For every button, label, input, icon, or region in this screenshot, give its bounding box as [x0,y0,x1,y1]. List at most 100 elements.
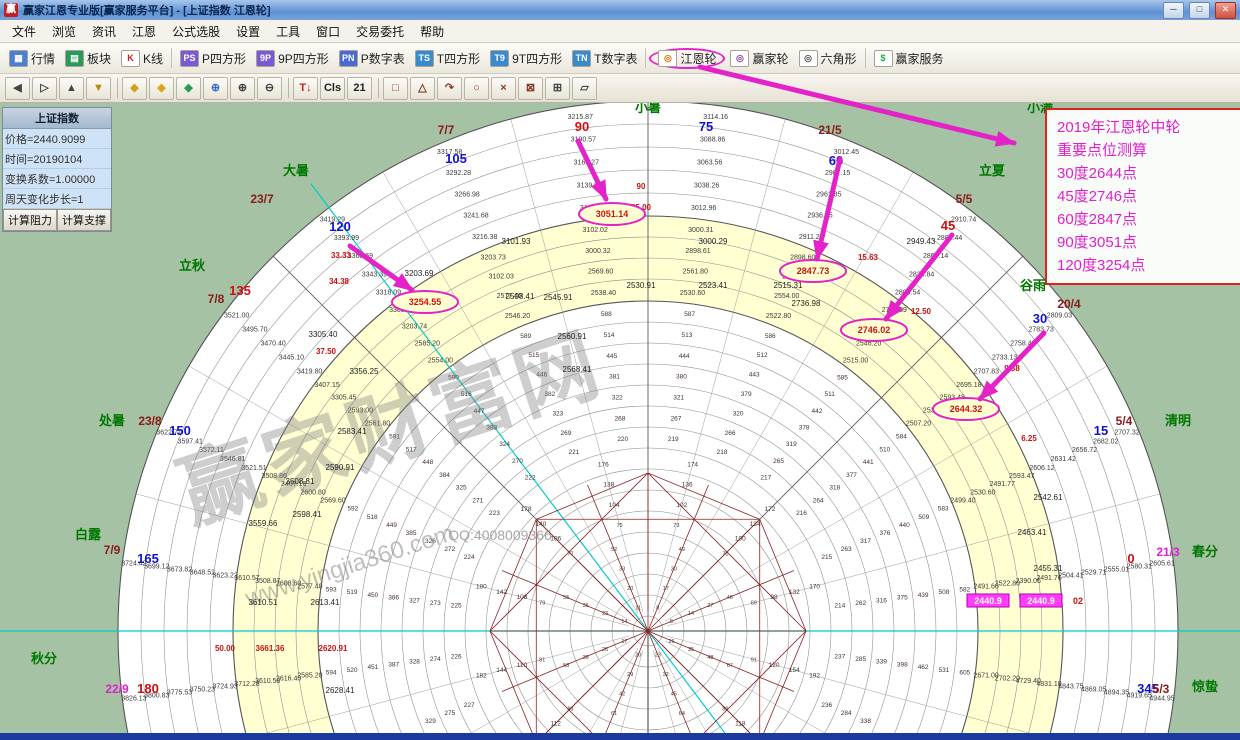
svg-text:511: 511 [825,391,836,398]
svg-text:2707.32: 2707.32 [1114,430,1139,437]
svg-text:2568.41: 2568.41 [563,365,592,374]
svg-text:2733.13: 2733.13 [992,354,1017,361]
annotation-line: 30度2644点 [1057,162,1240,185]
arc-tool[interactable]: ↷ [437,77,462,100]
svg-text:2583.41: 2583.41 [338,427,367,436]
target-button[interactable]: ⊕ [203,77,228,100]
svg-text:春分: 春分 [1191,544,1218,559]
svg-text:3216.38: 3216.38 [472,234,497,241]
svg-text:2455.31: 2455.31 [1034,564,1063,573]
forward-button[interactable]: ▷ [32,77,57,100]
toolbar-button-9P四方形[interactable]: 9P9P四方形 [251,48,334,69]
rect-tool[interactable]: □ [383,77,408,100]
menu-item-窗口[interactable]: 窗口 [308,21,348,42]
toolbar-button-9T四方形[interactable]: T99T四方形 [485,48,567,69]
zoom-in-button[interactable]: ⊕ [230,77,255,100]
toolbar-button-赢家轮[interactable]: ◎赢家轮 [725,48,793,69]
toolbar-button-行情[interactable]: ▦行情 [4,48,60,69]
svg-text:192: 192 [809,673,820,680]
index-name: 上证指数 [3,108,111,129]
svg-text:14: 14 [621,619,627,625]
svg-text:108: 108 [517,594,528,601]
toolbar-button-P数字表[interactable]: PNP数字表 [334,48,410,69]
svg-text:226: 226 [451,653,462,660]
toolbar-button-T数字表[interactable]: TNT数字表 [567,48,642,69]
calendar-button[interactable]: 21 [347,77,372,100]
svg-text:3775.53: 3775.53 [167,690,192,697]
svg-text:378: 378 [799,425,810,432]
svg-text:02: 02 [1073,596,1083,606]
svg-text:27: 27 [707,603,713,609]
toolbar-button-K线[interactable]: KK线 [116,48,168,69]
svg-text:135: 135 [229,283,251,298]
minimize-button[interactable]: ─ [1163,2,1184,19]
toolbar-button-江恩轮[interactable]: ◎江恩轮 [649,48,725,69]
svg-text:处暑: 处暑 [98,413,125,428]
diamond-plus-button[interactable]: ◈ [149,77,174,100]
svg-text:48: 48 [707,655,713,661]
close-button[interactable]: ✕ [1215,2,1236,19]
menu-item-工具[interactable]: 工具 [268,21,308,42]
menu-item-浏览[interactable]: 浏览 [44,21,84,42]
triangle-tool[interactable]: △ [410,77,435,100]
diamond-yellow-button[interactable]: ◆ [122,77,147,100]
svg-text:3190.57: 3190.57 [571,137,596,144]
svg-text:立秋: 立秋 [179,258,206,273]
up-button[interactable]: ▲ [59,77,84,100]
crosshair-tool[interactable]: ⊞ [545,77,570,100]
svg-text:3101.93: 3101.93 [502,237,531,246]
back-button[interactable]: ◀ [5,77,30,100]
clear-button[interactable]: Cls [320,77,345,100]
menu-item-江恩[interactable]: 江恩 [124,21,164,42]
svg-text:20: 20 [627,586,633,592]
calc-resistance-button[interactable]: 计算阻力 [3,209,57,231]
boxed-x-tool[interactable]: ⊠ [518,77,543,100]
svg-text:592: 592 [347,506,358,513]
svg-text:谷雨: 谷雨 [1020,278,1046,293]
svg-text:7/7: 7/7 [438,123,455,137]
menu-item-文件[interactable]: 文件 [4,21,44,42]
svg-text:21/5: 21/5 [818,123,842,137]
svg-text:106: 106 [550,536,561,543]
calc-support-button[interactable]: 计算支撑 [57,209,111,231]
svg-text:46: 46 [727,595,733,601]
svg-text:325: 325 [456,485,467,492]
toolbar-button-赢家服务[interactable]: $赢家服务 [869,48,949,69]
svg-text:37.50: 37.50 [316,347,337,356]
svg-text:237: 237 [834,653,845,660]
svg-text:2656.72: 2656.72 [1072,447,1097,454]
svg-text:444: 444 [679,353,690,360]
info-row-3: 周天变化步长=1 [3,189,111,209]
zoom-out-button[interactable]: ⊖ [257,77,282,100]
toolbar-button-T四方形[interactable]: TST四方形 [410,48,485,69]
svg-text:3661.36: 3661.36 [256,644,285,653]
svg-text:273: 273 [430,600,441,607]
menu-item-公式选股[interactable]: 公式选股 [164,21,228,42]
svg-text:182: 182 [476,673,487,680]
svg-text:2515.00: 2515.00 [843,357,868,364]
application-window: 赢 赢家江恩专业版[赢家服务平台] - [上证指数 江恩轮] ─ □ ✕ 文件浏… [0,0,1240,737]
svg-text:588: 588 [601,311,612,318]
svg-text:512: 512 [757,352,768,359]
maximize-button[interactable]: □ [1189,2,1210,19]
circle-tool[interactable]: ○ [464,77,489,100]
diamond-green-button[interactable]: ◆ [176,77,201,100]
annotation-line: 45度2746点 [1057,185,1240,208]
menu-item-设置[interactable]: 设置 [228,21,268,42]
x-tool[interactable]: × [491,77,516,100]
svg-text:2746.02: 2746.02 [858,325,891,335]
filter-button[interactable]: ▼ [86,77,111,100]
svg-text:176: 176 [598,461,609,468]
menu-item-帮助[interactable]: 帮助 [412,21,452,42]
polygon-tool[interactable]: ▱ [572,77,597,100]
9P四方形-icon: 9P [256,50,275,67]
toolbar-button-板块[interactable]: ▤板块 [60,48,116,69]
svg-text:45: 45 [941,218,955,233]
menu-item-资讯[interactable]: 资讯 [84,21,124,42]
svg-text:75: 75 [699,119,713,134]
menu-item-交易委托[interactable]: 交易委托 [348,21,412,42]
text-tool[interactable]: T↓ [293,77,318,100]
toolbar-button-六角形[interactable]: ◎六角形 [794,48,862,69]
toolbar-button-P四方形[interactable]: PSP四方形 [175,48,251,69]
menu-bar: 文件浏览资讯江恩公式选股设置工具窗口交易委托帮助 [0,20,1240,43]
